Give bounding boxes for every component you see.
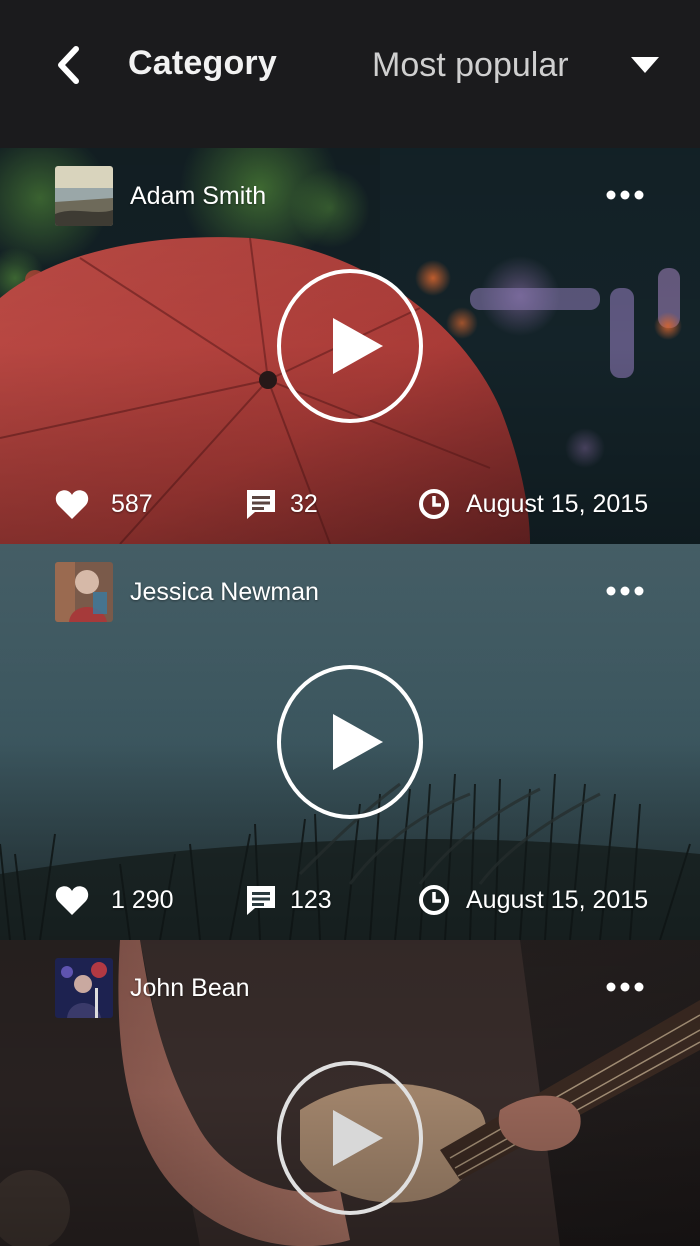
likes-stat[interactable]: 587: [55, 480, 153, 528]
avatar-image: [55, 166, 113, 226]
author-name[interactable]: John Bean: [130, 974, 250, 1003]
back-button[interactable]: [48, 40, 88, 90]
author-name[interactable]: Adam Smith: [130, 182, 266, 211]
video-card[interactable]: John Bean: [0, 940, 700, 1246]
video-card[interactable]: Jessica Newman 1 290 123 August 15, 2015: [0, 544, 700, 940]
date-stat: August 15, 2015: [418, 480, 648, 528]
date-stat: August 15, 2015: [418, 876, 648, 924]
play-button[interactable]: [275, 664, 425, 820]
video-card[interactable]: Adam Smith 587 32 August 15, 2015: [0, 148, 700, 544]
likes-count: 587: [111, 489, 153, 518]
page-title: Category: [128, 44, 277, 82]
more-horizontal-icon: [606, 190, 644, 200]
more-options-button[interactable]: [600, 970, 650, 1004]
sort-dropdown[interactable]: Most popular: [372, 40, 662, 90]
play-button[interactable]: [275, 268, 425, 424]
post-stats: 1 290 123 August 15, 2015: [0, 876, 700, 924]
avatar[interactable]: [55, 562, 113, 622]
more-horizontal-icon: [606, 586, 644, 596]
clock-icon: [418, 884, 450, 916]
comments-count: 32: [290, 489, 318, 518]
chevron-left-icon: [58, 46, 79, 84]
avatar-image: [55, 958, 113, 1018]
clock-icon: [418, 488, 450, 520]
play-button[interactable]: [275, 1060, 425, 1216]
avatar-image: [55, 562, 113, 622]
play-icon: [277, 665, 423, 819]
likes-count: 1 290: [111, 885, 174, 914]
comments-stat[interactable]: 32: [246, 480, 318, 528]
caret-down-icon: [628, 53, 662, 77]
comments-stat[interactable]: 123: [246, 876, 332, 924]
more-options-button[interactable]: [600, 574, 650, 608]
avatar[interactable]: [55, 166, 113, 226]
comment-icon: [246, 885, 276, 915]
author-name[interactable]: Jessica Newman: [130, 578, 319, 607]
comment-icon: [246, 489, 276, 519]
post-stats: 587 32 August 15, 2015: [0, 480, 700, 528]
more-horizontal-icon: [606, 982, 644, 992]
heart-icon: [55, 488, 89, 520]
more-options-button[interactable]: [600, 178, 650, 212]
play-icon: [277, 269, 423, 423]
comments-count: 123: [290, 885, 332, 914]
avatar[interactable]: [55, 958, 113, 1018]
heart-icon: [55, 884, 89, 916]
top-bar: Category Most popular: [0, 0, 700, 148]
likes-stat[interactable]: 1 290: [55, 876, 174, 924]
play-icon: [277, 1061, 423, 1215]
sort-label: Most popular: [372, 45, 569, 84]
post-date: August 15, 2015: [466, 885, 649, 914]
post-date: August 15, 2015: [466, 489, 649, 518]
